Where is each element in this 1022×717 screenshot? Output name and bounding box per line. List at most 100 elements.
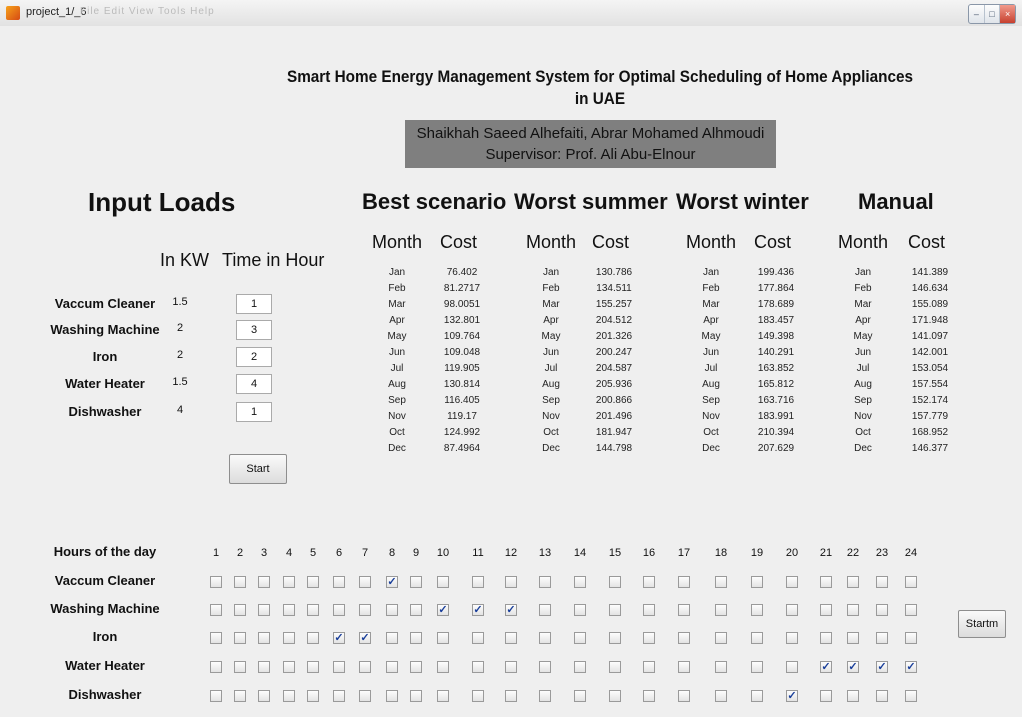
hour-checkbox[interactable]: ✓ — [359, 632, 371, 644]
hour-checkbox[interactable] — [820, 604, 832, 616]
hour-checkbox[interactable] — [283, 604, 295, 616]
hour-checkbox[interactable] — [410, 690, 422, 702]
hour-checkbox[interactable] — [715, 604, 727, 616]
hour-checkbox[interactable] — [410, 661, 422, 673]
hour-checkbox[interactable] — [359, 690, 371, 702]
hour-checkbox[interactable] — [472, 632, 484, 644]
hour-checkbox[interactable] — [715, 632, 727, 644]
hour-checkbox[interactable] — [539, 661, 551, 673]
hour-checkbox[interactable] — [437, 632, 449, 644]
hours-input[interactable]: 4 — [236, 374, 272, 394]
hour-checkbox[interactable] — [715, 661, 727, 673]
hour-checkbox[interactable] — [258, 604, 270, 616]
maximize-icon[interactable]: □ — [985, 5, 1001, 23]
start-button[interactable]: Start — [229, 454, 287, 484]
hour-checkbox[interactable] — [258, 690, 270, 702]
hour-checkbox[interactable] — [609, 604, 621, 616]
hour-checkbox[interactable] — [359, 604, 371, 616]
hour-checkbox[interactable] — [786, 576, 798, 588]
hour-checkbox[interactable] — [210, 632, 222, 644]
hour-checkbox[interactable] — [876, 576, 888, 588]
hour-checkbox[interactable] — [307, 576, 319, 588]
hour-checkbox[interactable] — [905, 576, 917, 588]
hour-checkbox[interactable] — [786, 661, 798, 673]
hour-checkbox[interactable]: ✓ — [505, 604, 517, 616]
hour-checkbox[interactable] — [574, 661, 586, 673]
hour-checkbox[interactable] — [210, 690, 222, 702]
hour-checkbox[interactable] — [505, 690, 517, 702]
hour-checkbox[interactable]: ✓ — [472, 604, 484, 616]
hour-checkbox[interactable] — [333, 576, 345, 588]
hour-checkbox[interactable] — [751, 576, 763, 588]
hour-checkbox[interactable] — [820, 576, 832, 588]
hour-checkbox[interactable] — [751, 661, 763, 673]
hour-checkbox[interactable] — [234, 632, 246, 644]
hour-checkbox[interactable] — [283, 661, 295, 673]
hour-checkbox[interactable] — [574, 576, 586, 588]
hour-checkbox[interactable] — [715, 690, 727, 702]
hour-checkbox[interactable] — [307, 690, 319, 702]
hour-checkbox[interactable] — [359, 576, 371, 588]
hours-input[interactable]: 3 — [236, 320, 272, 340]
hour-checkbox[interactable] — [847, 690, 859, 702]
hour-checkbox[interactable] — [905, 604, 917, 616]
hour-checkbox[interactable] — [847, 576, 859, 588]
hour-checkbox[interactable] — [905, 632, 917, 644]
hour-checkbox[interactable] — [210, 661, 222, 673]
hour-checkbox[interactable] — [539, 576, 551, 588]
hour-checkbox[interactable] — [539, 604, 551, 616]
hour-checkbox[interactable] — [283, 632, 295, 644]
hour-checkbox[interactable] — [609, 690, 621, 702]
hour-checkbox[interactable] — [472, 661, 484, 673]
hour-checkbox[interactable] — [307, 661, 319, 673]
hour-checkbox[interactable] — [609, 576, 621, 588]
hour-checkbox[interactable] — [643, 690, 655, 702]
hour-checkbox[interactable] — [386, 690, 398, 702]
hour-checkbox[interactable] — [820, 632, 832, 644]
hour-checkbox[interactable] — [715, 576, 727, 588]
hour-checkbox[interactable] — [234, 661, 246, 673]
hour-checkbox[interactable] — [678, 690, 690, 702]
hour-checkbox[interactable]: ✓ — [386, 576, 398, 588]
hour-checkbox[interactable]: ✓ — [786, 690, 798, 702]
hour-checkbox[interactable] — [410, 632, 422, 644]
hour-checkbox[interactable] — [386, 632, 398, 644]
hour-checkbox[interactable] — [643, 632, 655, 644]
hour-checkbox[interactable] — [574, 604, 586, 616]
close-icon[interactable]: × — [1000, 5, 1016, 23]
hour-checkbox[interactable] — [307, 632, 319, 644]
hour-checkbox[interactable] — [786, 632, 798, 644]
hour-checkbox[interactable] — [210, 604, 222, 616]
hour-checkbox[interactable] — [643, 576, 655, 588]
hour-checkbox[interactable] — [876, 632, 888, 644]
hour-checkbox[interactable] — [410, 576, 422, 588]
hour-checkbox[interactable] — [609, 632, 621, 644]
hour-checkbox[interactable]: ✓ — [437, 604, 449, 616]
menu-bar[interactable]: File Edit View Tools Help — [80, 6, 215, 17]
hour-checkbox[interactable] — [574, 632, 586, 644]
hour-checkbox[interactable] — [410, 604, 422, 616]
hour-checkbox[interactable] — [283, 690, 295, 702]
hour-checkbox[interactable] — [820, 690, 832, 702]
hour-checkbox[interactable] — [678, 576, 690, 588]
hour-checkbox[interactable] — [258, 632, 270, 644]
hour-checkbox[interactable] — [876, 604, 888, 616]
hour-checkbox[interactable] — [437, 690, 449, 702]
hour-checkbox[interactable] — [678, 632, 690, 644]
hour-checkbox[interactable] — [643, 661, 655, 673]
hour-checkbox[interactable]: ✓ — [905, 661, 917, 673]
hour-checkbox[interactable] — [307, 604, 319, 616]
hour-checkbox[interactable] — [678, 661, 690, 673]
hour-checkbox[interactable] — [505, 576, 517, 588]
hour-checkbox[interactable] — [905, 690, 917, 702]
hour-checkbox[interactable] — [751, 632, 763, 644]
hour-checkbox[interactable] — [472, 576, 484, 588]
hour-checkbox[interactable] — [505, 632, 517, 644]
hour-checkbox[interactable] — [609, 661, 621, 673]
hour-checkbox[interactable] — [234, 604, 246, 616]
hour-checkbox[interactable] — [210, 576, 222, 588]
hour-checkbox[interactable] — [437, 576, 449, 588]
hour-checkbox[interactable]: ✓ — [876, 661, 888, 673]
hour-checkbox[interactable] — [437, 661, 449, 673]
hour-checkbox[interactable] — [333, 690, 345, 702]
